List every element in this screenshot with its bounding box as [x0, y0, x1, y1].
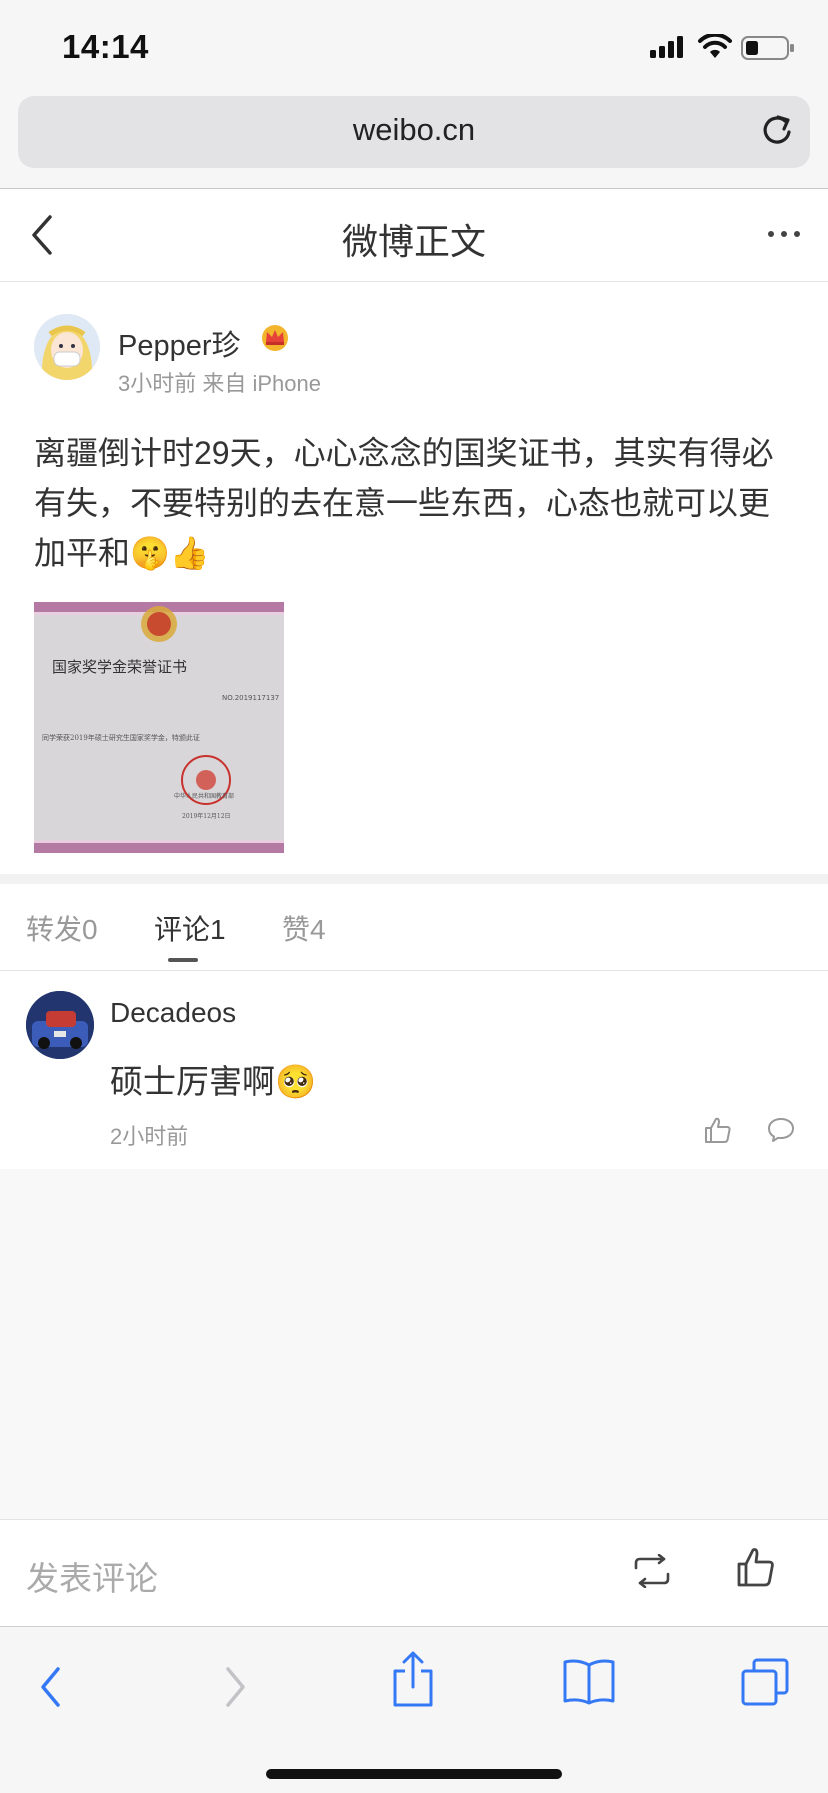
crown-icon: [262, 325, 288, 351]
url-text[interactable]: weibo.cn: [18, 112, 810, 148]
certificate-date: 2019年12月12日: [182, 812, 231, 820]
pleading-emoji-icon: 🥺: [275, 1063, 317, 1100]
tabs-icon[interactable]: [740, 1657, 790, 1707]
tab-like[interactable]: 赞4: [282, 908, 326, 948]
more-icon[interactable]: [766, 229, 802, 239]
battery-icon: [741, 36, 794, 60]
certificate-number: NO.2019117137: [222, 694, 279, 702]
author-avatar[interactable]: [34, 314, 100, 380]
browser-toolbar: [0, 1626, 828, 1793]
certificate-body: 同学荣获2019年硕士研究生国家奖学金，特颁此证: [42, 733, 200, 742]
browser-forward-icon[interactable]: [222, 1665, 248, 1709]
comment-bubble-icon[interactable]: [766, 1115, 796, 1145]
comment-text-body: 硕士厉害啊: [110, 1063, 275, 1100]
like-icon[interactable]: [736, 1546, 776, 1588]
commenter-name[interactable]: Decadeos: [110, 997, 236, 1029]
comment-time: 2小时前: [110, 1124, 189, 1149]
section-divider: [0, 874, 828, 884]
post-image[interactable]: 国家奖学金荣誉证书 NO.2019117137 同学荣获2019年硕士研究生国家…: [34, 602, 284, 853]
wifi-icon: [698, 34, 732, 58]
url-bar[interactable]: weibo.cn: [18, 96, 810, 168]
compose-bar: 发表评论: [0, 1519, 828, 1626]
tab-comment[interactable]: 评论1: [154, 908, 226, 948]
certificate-issuer: 中华人民共和国教育部: [174, 792, 234, 800]
status-time: 14:14: [62, 28, 149, 65]
tab-repost[interactable]: 转发0: [26, 908, 98, 948]
browser-back-icon[interactable]: [38, 1665, 64, 1709]
comment-list: Decadeos 硕士厉害啊🥺 2小时前: [0, 971, 828, 1169]
post-meta: 3小时前 来自 iPhone: [118, 371, 321, 396]
repost-icon[interactable]: [632, 1554, 672, 1588]
comment-text: 硕士厉害啊🥺: [110, 1055, 316, 1103]
certificate-heading: 国家奖学金荣誉证书: [52, 658, 187, 676]
signal-icon: [650, 36, 683, 58]
post-tabs: 转发0 评论1 赞4: [0, 884, 828, 971]
share-icon[interactable]: [390, 1651, 436, 1709]
certificate-photo: 国家奖学金荣誉证书 NO.2019117137 同学荣获2019年硕士研究生国家…: [34, 602, 284, 853]
reload-icon[interactable]: [758, 110, 798, 150]
active-tab-indicator: [168, 958, 198, 962]
comment-input[interactable]: 发表评论: [26, 1552, 158, 1600]
author-name[interactable]: Pepper珍: [118, 322, 241, 364]
thumbs-up-icon[interactable]: [703, 1115, 733, 1145]
bookmarks-icon[interactable]: [562, 1657, 616, 1705]
commenter-avatar[interactable]: [26, 991, 94, 1059]
page-title: 微博正文: [341, 221, 486, 262]
status-bar: 14:14: [0, 0, 828, 94]
home-indicator: [266, 1769, 562, 1779]
thumbs-up-emoji-icon: 👍: [169, 535, 210, 571]
shush-emoji-icon: 🤫: [130, 535, 170, 571]
post-text: 离疆倒计时29天，心心念念的国奖证书，其实有得必有失，不要特别的去在意一些东西，…: [34, 428, 794, 578]
post-card: Pepper珍 3小时前 来自 iPhone 离疆倒计时29天，心心念念的国奖证…: [0, 282, 828, 874]
nav-bar: 微博正文: [0, 189, 828, 282]
